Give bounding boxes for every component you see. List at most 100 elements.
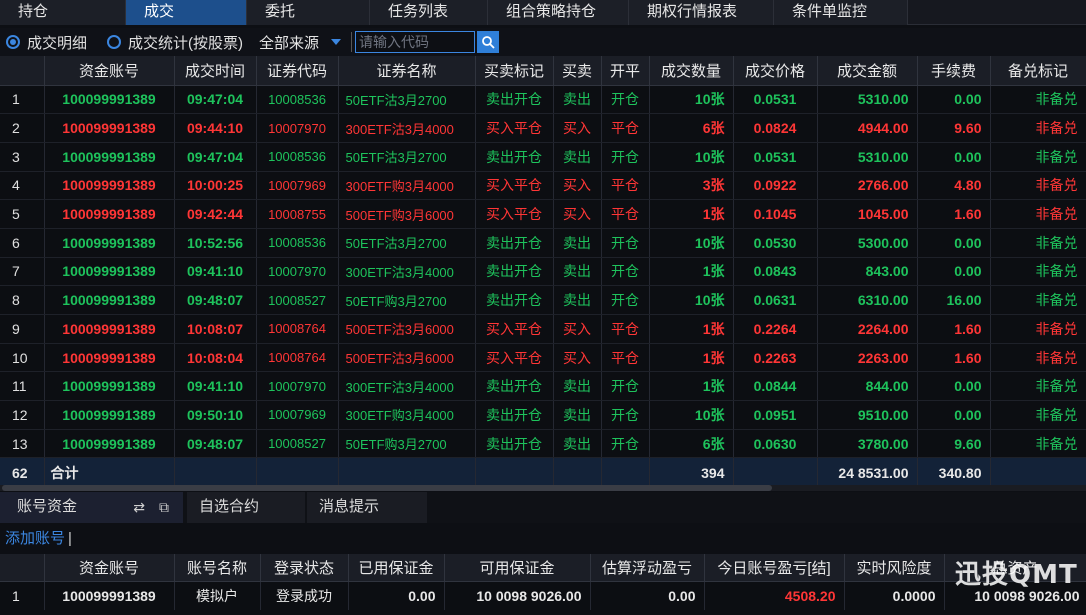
trade-quantity: 10张 bbox=[649, 228, 734, 258]
search-button[interactable] bbox=[477, 31, 500, 53]
tab-messages[interactable]: 消息提示 bbox=[307, 492, 427, 523]
trade-amount: 5300.00 bbox=[817, 228, 918, 258]
trade-amount: 6310.00 bbox=[817, 285, 918, 315]
table-row[interactable]: 2 100099991389 09:44:10 10007970 300ETF沽3月40… bbox=[0, 113, 1086, 143]
commission: 1.60 bbox=[917, 199, 991, 229]
chevron-down-icon[interactable] bbox=[331, 39, 342, 45]
total-amount: 24 8531.00 bbox=[817, 457, 918, 487]
trade-flag: 买入平仓 bbox=[475, 314, 554, 344]
account-row[interactable]: 1 100099991389 模拟户 登录成功 0.00 10 0098 902… bbox=[0, 581, 1086, 610]
tab-watchlist-label: 自选合约 bbox=[199, 498, 260, 515]
trade-flag: 卖出开仓 bbox=[475, 429, 554, 459]
covered-flag: 非备兑 bbox=[990, 429, 1086, 459]
tab-4[interactable]: 组合策略持仓 bbox=[488, 0, 629, 25]
account-funds-table: 资金账号 账号名称 登录状态 已用保证金 可用保证金 估算浮动盈亏 今日账号盈亏[结] 实时风… bbox=[0, 554, 1086, 610]
trade-flag: 卖出开仓 bbox=[475, 85, 554, 115]
table-row[interactable]: 12 100099991389 09:50:10 10007969 300ETF购3月4… bbox=[0, 400, 1086, 430]
account-column-header[interactable]: 实时风险度 bbox=[844, 554, 945, 582]
account-column-header[interactable]: 估算浮动盈亏 bbox=[590, 554, 705, 582]
account-column-header[interactable]: 账号名称 bbox=[174, 554, 261, 582]
tab-account-funds[interactable]: 账号资金 ⇄ ⧉ bbox=[0, 492, 183, 523]
trade-price: 0.2263 bbox=[733, 343, 818, 373]
account-column-header[interactable]: 登录状态 bbox=[260, 554, 349, 582]
scrollbar-thumb[interactable] bbox=[2, 485, 772, 491]
covered-flag: 非备兑 bbox=[990, 400, 1086, 430]
column-header[interactable]: 成交价格 bbox=[733, 56, 818, 86]
column-header[interactable]: 成交金额 bbox=[817, 56, 918, 86]
commission: 4.80 bbox=[917, 171, 991, 201]
search-input[interactable] bbox=[355, 31, 476, 53]
table-row[interactable]: 4 100099991389 10:00:25 10007969 300ETF购3月40… bbox=[0, 171, 1086, 201]
table-row[interactable]: 1 100099991389 09:47:04 10008536 50ETF沽3月270… bbox=[0, 85, 1086, 115]
trade-flag: 买入平仓 bbox=[475, 199, 554, 229]
table-row[interactable]: 9 100099991389 10:08:07 10008764 500ETF沽3月60… bbox=[0, 314, 1086, 344]
tab-1[interactable]: 成交 bbox=[126, 0, 247, 25]
column-header[interactable]: 资金账号 bbox=[44, 56, 175, 86]
security-name: 50ETF购3月2700 bbox=[338, 285, 476, 315]
used-margin: 0.00 bbox=[348, 581, 445, 610]
security-code: 10008527 bbox=[256, 285, 339, 315]
column-header[interactable]: 备兑标记 bbox=[990, 56, 1086, 86]
account-column-header[interactable]: 资金账号 bbox=[44, 554, 175, 582]
tab-5[interactable]: 期权行情报表 bbox=[629, 0, 774, 25]
column-header[interactable]: 证券名称 bbox=[338, 56, 476, 86]
account-id: 100099991389 bbox=[44, 429, 175, 459]
commission: 0.00 bbox=[917, 400, 991, 430]
tab-0[interactable]: 持仓 bbox=[0, 0, 126, 25]
table-row[interactable]: 5 100099991389 09:42:44 10008755 500ETF购3月60… bbox=[0, 199, 1086, 229]
security-code: 10007970 bbox=[256, 371, 339, 402]
trade-time: 09:42:44 bbox=[174, 199, 257, 229]
available-margin: 10 0098 9026.00 bbox=[444, 581, 591, 610]
column-header[interactable]: 手续费 bbox=[917, 56, 991, 86]
column-header[interactable]: 开平 bbox=[601, 56, 650, 86]
trade-time: 10:00:25 bbox=[174, 171, 257, 201]
horizontal-scrollbar[interactable] bbox=[0, 485, 1086, 491]
radio-trade-detail[interactable]: 成交明细 bbox=[6, 32, 87, 53]
security-name: 50ETF沽3月2700 bbox=[338, 228, 476, 258]
security-code: 10008755 bbox=[256, 199, 339, 229]
tab-watchlist-contracts[interactable]: 自选合约 bbox=[187, 492, 305, 523]
commission: 9.60 bbox=[917, 429, 991, 459]
add-account-link[interactable]: 添加账号 | bbox=[5, 527, 72, 548]
security-name: 300ETF沽3月4000 bbox=[338, 113, 476, 143]
buy-sell: 买入 bbox=[553, 113, 602, 143]
security-name: 500ETF沽3月6000 bbox=[338, 343, 476, 373]
row-index: 13 bbox=[0, 429, 45, 459]
tab-3[interactable]: 任务列表 bbox=[370, 0, 488, 25]
column-header[interactable]: 买卖标记 bbox=[475, 56, 554, 86]
commission: 0.00 bbox=[917, 228, 991, 258]
trade-flag: 卖出开仓 bbox=[475, 142, 554, 172]
total-row: 62 合计 394 24 8531.00 340.80 bbox=[0, 457, 1086, 487]
row-index: 3 bbox=[0, 142, 45, 172]
account-column-header[interactable]: 已用保证金 bbox=[348, 554, 445, 582]
table-row[interactable]: 10 100099991389 10:08:04 10008764 500ETF沽3月6… bbox=[0, 343, 1086, 373]
table-row[interactable]: 7 100099991389 09:41:10 10007970 300ETF沽3月40… bbox=[0, 257, 1086, 287]
window-icon[interactable]: ⧉ bbox=[159, 492, 169, 522]
account-header-index bbox=[0, 554, 45, 582]
trade-time: 09:41:10 bbox=[174, 257, 257, 287]
account-column-header[interactable]: 可用保证金 bbox=[444, 554, 591, 582]
total-empty-cell bbox=[733, 457, 818, 487]
open-close: 平仓 bbox=[601, 171, 650, 201]
trade-price: 0.2264 bbox=[733, 314, 818, 344]
open-close: 开仓 bbox=[601, 85, 650, 115]
table-row[interactable]: 8 100099991389 09:48:07 10008527 50ETF购3月270… bbox=[0, 285, 1086, 315]
column-header[interactable]: 成交数量 bbox=[649, 56, 734, 86]
source-select[interactable]: 全部来源 bbox=[259, 32, 342, 53]
table-row[interactable]: 13 100099991389 09:48:07 10008527 50ETF购3月27… bbox=[0, 429, 1086, 459]
buy-sell: 卖出 bbox=[553, 142, 602, 172]
column-header[interactable]: 买卖 bbox=[553, 56, 602, 86]
tab-6[interactable]: 条件单监控 bbox=[774, 0, 908, 25]
column-header[interactable]: 证券代码 bbox=[256, 56, 339, 86]
column-header[interactable]: 成交时间 bbox=[174, 56, 257, 86]
radio-trade-stats[interactable]: 成交统计(按股票) bbox=[107, 32, 243, 53]
table-row[interactable]: 11 100099991389 09:41:10 10007970 300ETF沽3月4… bbox=[0, 371, 1086, 402]
account-column-header[interactable]: 今日账号盈亏[结] bbox=[704, 554, 845, 582]
trade-amount: 4944.00 bbox=[817, 113, 918, 143]
swap-icon[interactable]: ⇄ bbox=[133, 492, 145, 522]
trade-time: 09:47:04 bbox=[174, 142, 257, 172]
table-row[interactable]: 6 100099991389 10:52:56 10008536 50ETF沽3月270… bbox=[0, 228, 1086, 258]
tab-2[interactable]: 委托 bbox=[247, 0, 370, 25]
buy-sell: 卖出 bbox=[553, 285, 602, 315]
table-row[interactable]: 3 100099991389 09:47:04 10008536 50ETF沽3月270… bbox=[0, 142, 1086, 172]
